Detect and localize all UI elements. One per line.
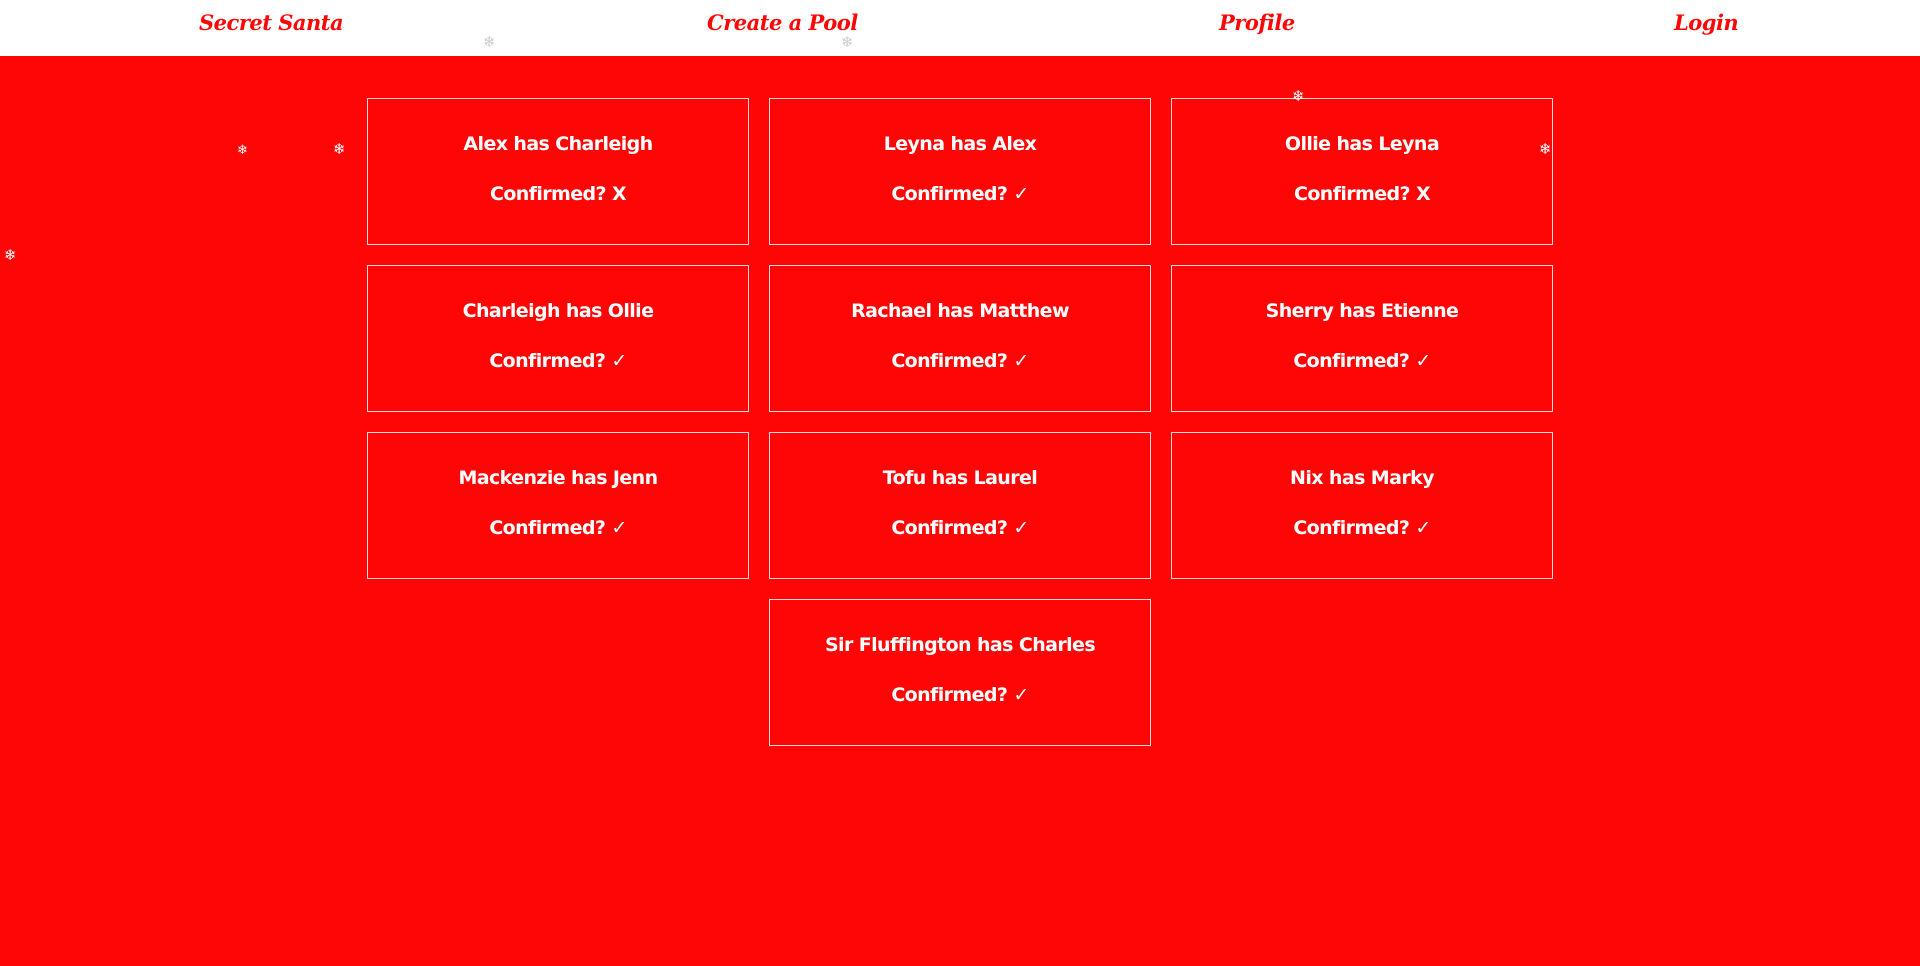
confirmation-mark: ✓ bbox=[611, 350, 627, 372]
assignment-card: Nix has Marky Confirmed? ✓ bbox=[1171, 432, 1553, 579]
assignment-card: Mackenzie has Jenn Confirmed? ✓ bbox=[367, 432, 749, 579]
snowflake-icon: ❄ bbox=[4, 246, 17, 264]
assignment-card: Sherry has Etienne Confirmed? ✓ bbox=[1171, 265, 1553, 412]
confirmation-status: Confirmed? ✓ bbox=[1172, 516, 1552, 540]
assignment-card: Alex has Charleigh Confirmed? X bbox=[367, 98, 749, 245]
confirmation-mark: ✓ bbox=[1415, 517, 1431, 539]
snowflake-icon: ❄ bbox=[237, 143, 248, 158]
confirmation-mark: ✓ bbox=[1013, 350, 1029, 372]
assignment-pair-text: Tofu has Laurel bbox=[882, 467, 1038, 489]
confirmation-status: Confirmed? ✓ bbox=[770, 516, 1150, 540]
confirmation-status: Confirmed? ✓ bbox=[1172, 349, 1552, 373]
confirmed-label: Confirmed? bbox=[489, 517, 606, 539]
nav-brand-link[interactable]: Secret Santa bbox=[199, 10, 344, 35]
assignment-card: Rachael has Matthew Confirmed? ✓ bbox=[769, 265, 1151, 412]
confirmation-status: Confirmed? ✓ bbox=[368, 516, 748, 540]
top-navbar: Secret Santa Create a Pool Profile Login bbox=[0, 0, 1920, 56]
confirmation-status: Confirmed? X bbox=[1172, 182, 1552, 206]
assignment-card: Charleigh has Ollie Confirmed? ✓ bbox=[367, 265, 749, 412]
confirmed-label: Confirmed? bbox=[1293, 350, 1410, 372]
confirmation-mark: ✓ bbox=[1013, 684, 1029, 706]
nav-login-link[interactable]: Login bbox=[1674, 10, 1739, 35]
confirmation-status: Confirmed? ✓ bbox=[770, 349, 1150, 373]
confirmed-label: Confirmed? bbox=[891, 517, 1008, 539]
assignment-pair-text: Rachael has Matthew bbox=[851, 300, 1069, 322]
confirmation-mark: X bbox=[1415, 183, 1431, 205]
confirmed-label: Confirmed? bbox=[1293, 517, 1410, 539]
assignment-pair-text: Leyna has Alex bbox=[883, 133, 1037, 155]
confirmation-status: Confirmed? ✓ bbox=[770, 683, 1150, 707]
confirmation-mark: ✓ bbox=[1013, 183, 1029, 205]
assignment-card: Tofu has Laurel Confirmed? ✓ bbox=[769, 432, 1151, 579]
confirmed-label: Confirmed? bbox=[489, 350, 606, 372]
nav-profile-link[interactable]: Profile bbox=[1219, 10, 1295, 35]
confirmed-label: Confirmed? bbox=[891, 183, 1008, 205]
assignment-card: Sir Fluffington has Charles Confirmed? ✓ bbox=[769, 599, 1151, 746]
confirmed-label: Confirmed? bbox=[891, 684, 1008, 706]
confirmation-mark: ✓ bbox=[611, 517, 627, 539]
confirmed-label: Confirmed? bbox=[1293, 183, 1411, 205]
confirmation-status: Confirmed? ✓ bbox=[770, 182, 1150, 206]
assignment-pair-text: Nix has Marky bbox=[1290, 467, 1434, 489]
assignment-card: Leyna has Alex Confirmed? ✓ bbox=[769, 98, 1151, 245]
confirmation-mark: ✓ bbox=[1013, 517, 1029, 539]
assignment-grid: Alex has Charleigh Confirmed? X Leyna ha… bbox=[367, 98, 1553, 746]
assignment-pair-text: Sir Fluffington has Charles bbox=[824, 634, 1096, 656]
assignment-pair-text: Sherry has Etienne bbox=[1265, 300, 1459, 322]
assignment-card: Ollie has Leyna Confirmed? X bbox=[1171, 98, 1553, 245]
confirmation-status: Confirmed? X bbox=[368, 182, 748, 206]
confirmed-label: Confirmed? bbox=[489, 183, 607, 205]
assignment-pair-text: Mackenzie has Jenn bbox=[458, 467, 658, 489]
confirmation-status: Confirmed? ✓ bbox=[368, 349, 748, 373]
snowflake-icon: ❄ bbox=[333, 140, 346, 158]
assignment-pair-text: Alex has Charleigh bbox=[463, 133, 653, 155]
confirmation-mark: X bbox=[611, 183, 627, 205]
confirmation-mark: ✓ bbox=[1415, 350, 1431, 372]
nav-create-pool-link[interactable]: Create a Pool bbox=[707, 10, 858, 35]
assignment-pair-text: Charleigh has Ollie bbox=[462, 300, 654, 322]
assignment-pair-text: Ollie has Leyna bbox=[1284, 133, 1440, 155]
confirmed-label: Confirmed? bbox=[891, 350, 1008, 372]
